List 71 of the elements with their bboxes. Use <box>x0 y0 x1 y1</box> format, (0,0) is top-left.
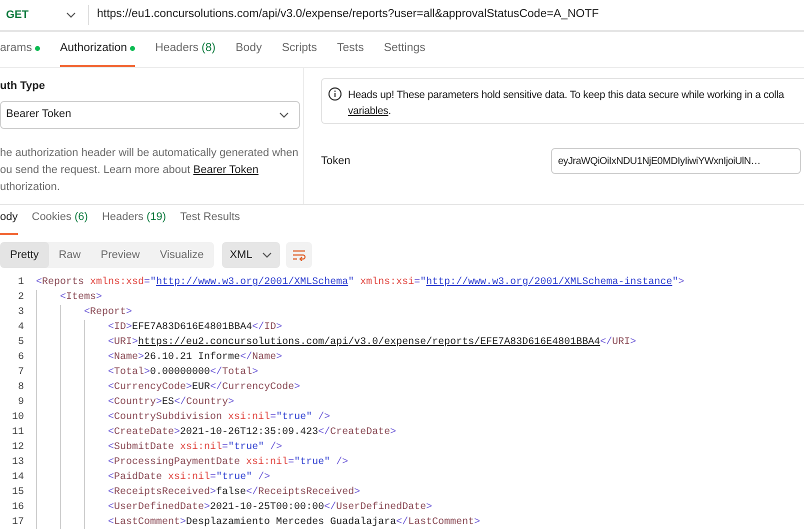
tab[interactable]: Settings <box>384 40 426 67</box>
tab[interactable]: Headers (8) <box>155 40 216 67</box>
link[interactable]: variables <box>348 105 388 117</box>
field-label: Token <box>321 154 350 169</box>
view-mode-tab[interactable]: Visualize <box>150 242 214 268</box>
code-line: <ProcessingPaymentDate xsi:nil="true" /> <box>108 456 348 470</box>
tab[interactable]: Scripts <box>282 40 317 67</box>
description-text: ou send the request. Learn more about Bearer Token <box>0 162 260 178</box>
line-number: 10 <box>10 411 24 425</box>
line-number: 17 <box>10 516 24 529</box>
chevron-icon <box>262 252 272 258</box>
line-number: 11 <box>10 426 24 440</box>
tab[interactable]: Headers (19) <box>102 208 166 235</box>
code-line: <Country>ES</Country> <box>108 396 234 410</box>
code-line: <Report> <box>84 306 132 320</box>
tab[interactable]: arams <box>0 40 40 67</box>
auth-type-dropdown[interactable]: Bearer Token <box>0 100 300 128</box>
code-line: <UserDefinedDate>2021-10-25T00:00:00</UserDefinedDate> <box>108 500 432 515</box>
code-line: <ID>EFE7A83D616E4801BBA4</ID> <box>108 320 282 335</box>
method-dropdown[interactable]: GET <box>0 6 82 24</box>
code-line: <URI>https://eu2.concursolutions.com/api/v3.0/expense/reports/EFE7A83D616E4801BBA4</URI> <box>108 336 636 350</box>
tab[interactable]: Test Results <box>180 208 240 235</box>
line-number: 7 <box>16 366 24 380</box>
line-number: 5 <box>16 336 24 350</box>
wrap-lines-icon <box>292 249 306 261</box>
tab[interactable]: Cookies (6) <box>32 208 88 235</box>
code-line: <Reports xmlns:xsd="http://www.w3.org/2001/XMLSchema" xmlns:xsi="http://www.w3.org/2001/XMLSchema-instance"> <box>36 276 684 290</box>
view-mode-tab[interactable]: Pretty <box>0 242 49 268</box>
line-number: 15 <box>10 486 24 500</box>
code-line: <CreateDate>2021-10-26T12:35:09.423</CreateDate> <box>108 426 396 440</box>
link[interactable]: Bearer Token <box>193 164 258 176</box>
line-number: 4 <box>16 321 24 335</box>
wrap-lines-button[interactable] <box>286 242 312 268</box>
link[interactable]: https://eu2.concursolutions.com/api/v3.0/expense/reports/EFE7A83D616E4801BBA4 <box>138 337 600 348</box>
code-line: <SubmitDate xsi:nil="true" /> <box>108 440 282 455</box>
tab[interactable]: Authorization <box>60 40 136 67</box>
token-field[interactable]: eyJraWQiOiIxNDU1NjE0MDIyIiwiYWxnIjoiUlN… <box>551 148 801 174</box>
line-number: 6 <box>16 351 24 365</box>
line-number: 1 <box>16 276 24 290</box>
code-line: <Name>26.10.21 Informe</Name> <box>108 350 282 365</box>
line-number: 12 <box>10 441 24 455</box>
link[interactable]: http://www.w3.org/2001/XMLSchema <box>156 277 348 288</box>
tab[interactable]: Body <box>236 40 262 67</box>
code-line: <CurrencyCode>EUR</CurrencyCode> <box>108 380 300 395</box>
description-text: uthorization. <box>0 180 61 194</box>
description-text: he authorization header will be automatically generated when <box>0 146 299 160</box>
chevron-icon <box>279 112 289 118</box>
code-line: <PaidDate xsi:nil="true" /> <box>108 470 270 485</box>
chevron-icon <box>66 12 76 18</box>
view-mode-tab[interactable]: Preview <box>90 242 150 268</box>
tab[interactable]: ody <box>0 208 18 235</box>
line-number: 8 <box>16 381 24 395</box>
code-line: <LastComment>Desplazamiento Mercedes Guadalajara</LastComment> <box>108 516 480 529</box>
line-number: 14 <box>10 471 24 485</box>
line-number: 13 <box>10 456 24 470</box>
format-dropdown[interactable]: XML <box>222 242 280 268</box>
line-number: 2 <box>16 291 24 305</box>
code-line: <Total>0.00000000</Total> <box>108 366 258 380</box>
url-field[interactable]: https://eu1.concursolutions.com/api/v3.0/expense/reports?user=all&approvalStatusCode=A_NOTF <box>97 6 599 24</box>
field-label: uth Type <box>0 79 46 94</box>
notice-text: Heads up! These parameters hold sensitive data. To keep this data secure while working in a colla variables. <box>348 88 784 119</box>
line-number: 3 <box>16 306 24 320</box>
code-line: <Items> <box>60 291 102 305</box>
tab[interactable]: Tests <box>336 40 364 67</box>
code-line: <CountrySubdivision xsi:nil="true" /> <box>108 410 330 425</box>
view-mode-tab[interactable]: Raw <box>48 242 91 268</box>
line-number: 16 <box>10 501 24 515</box>
link[interactable]: http://www.w3.org/2001/XMLSchema-instance <box>426 277 672 288</box>
line-number: 9 <box>16 396 24 410</box>
code-line: <ReceiptsReceived>false</ReceiptsReceived> <box>108 486 360 500</box>
info-icon <box>328 87 342 101</box>
